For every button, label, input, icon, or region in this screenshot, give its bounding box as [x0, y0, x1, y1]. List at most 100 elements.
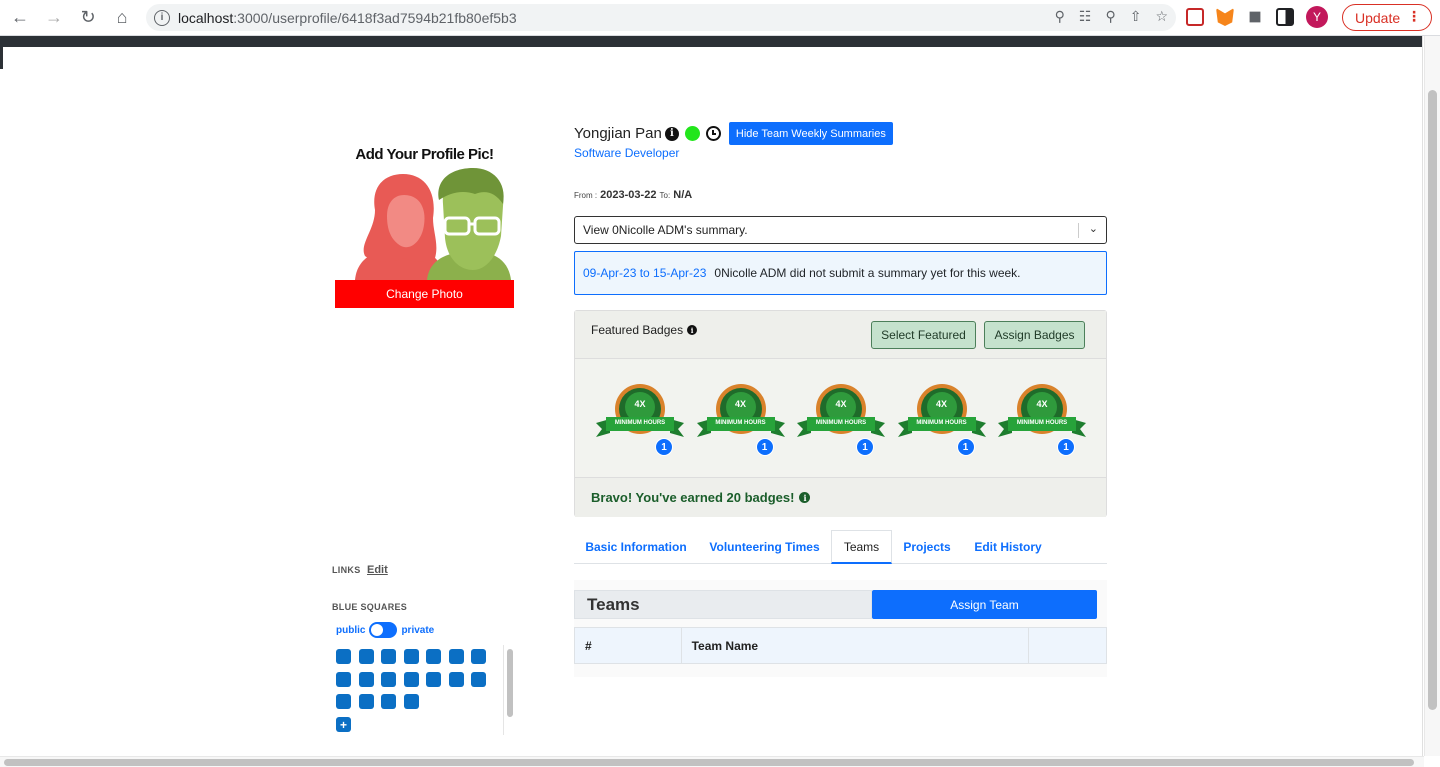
forward-icon[interactable]: → — [40, 4, 68, 32]
blue-square[interactable] — [381, 649, 396, 664]
blue-square[interactable] — [403, 671, 419, 687]
app-header-bar — [3, 36, 1422, 47]
column-header-actions — [1029, 628, 1106, 663]
select-featured-button[interactable]: Select Featured — [871, 321, 976, 349]
side-panel-icon[interactable] — [1276, 8, 1294, 26]
blue-square[interactable] — [358, 649, 374, 664]
zoom-icon[interactable]: ⚲ — [1105, 8, 1115, 25]
tab-edit-history[interactable]: Edit History — [962, 530, 1054, 564]
badge-count: 1 — [856, 438, 874, 456]
column-header-team-name: Team Name — [682, 628, 1030, 663]
teams-panel: Teams Assign Team # Team Name — [574, 580, 1107, 677]
blue-square[interactable] — [403, 649, 419, 664]
badges-footer: Bravo! You've earned 20 badges! i — [575, 477, 1106, 517]
badge-count: 1 — [655, 438, 673, 456]
blue-squares-scroll-thumb[interactable] — [507, 649, 513, 717]
url-text[interactable]: localhost:3000/userprofile/6418f3ad7594b… — [178, 10, 517, 26]
summary-user-select[interactable]: View 0Nicolle ADM's summary. ⌄ — [574, 216, 1107, 244]
back-icon[interactable]: ← — [6, 4, 34, 32]
blue-square[interactable] — [381, 671, 396, 687]
badge-count: 1 — [1057, 438, 1075, 456]
reload-icon[interactable]: ↻ — [74, 4, 102, 32]
badge-ribbon-text: MINIMUM HOURS — [1016, 420, 1068, 426]
horizontal-scrollbar[interactable] — [0, 756, 1424, 767]
badge-multiplier: 4X — [634, 399, 646, 409]
menu-dots-icon[interactable]: ⋮ — [1407, 8, 1421, 25]
info-icon[interactable]: i — [664, 126, 679, 141]
extension-red-icon[interactable] — [1186, 8, 1204, 26]
site-info-icon[interactable]: i — [154, 9, 170, 26]
extensions: Y — [1186, 6, 1328, 28]
tab-projects[interactable]: Projects — [892, 530, 962, 564]
blue-square[interactable] — [426, 671, 441, 687]
blue-square[interactable] — [336, 671, 351, 687]
info-icon[interactable]: i — [687, 325, 698, 335]
omnibox-actions: ⚲ ☷ ⚲ ⇧ ☆ — [1055, 8, 1168, 25]
translate-icon[interactable]: ☷ — [1079, 8, 1092, 25]
horizontal-scroll-thumb[interactable] — [4, 759, 1414, 766]
badge-medal-icon — [998, 384, 1086, 437]
blue-square[interactable] — [471, 649, 486, 664]
blue-square[interactable] — [336, 694, 351, 709]
tab-volunteering-times[interactable]: Volunteering Times — [698, 530, 831, 564]
badge-multiplier: 4X — [935, 399, 947, 409]
bookmark-star-icon[interactable]: ☆ — [1155, 8, 1168, 25]
badge-medal-icon — [797, 384, 885, 437]
blue-square[interactable] — [381, 694, 396, 709]
badge-list: 4X MINIMUM HOURS 1 4X MINIMUM HOURS 1 4X MINIMU… — [575, 381, 1108, 461]
badge-item[interactable]: 4X MINIMUM HOURS 1 — [797, 381, 887, 461]
metamask-fox-icon[interactable] — [1216, 8, 1234, 26]
links-edit-link[interactable]: Edit — [367, 564, 388, 576]
badge-multiplier: 4X — [1036, 399, 1048, 409]
blue-square[interactable] — [358, 694, 374, 709]
page-edge-right — [1422, 36, 1423, 756]
blue-square[interactable] — [426, 649, 441, 664]
tab-teams[interactable]: Teams — [831, 530, 892, 564]
badge-medal-icon — [897, 384, 986, 437]
from-date: 2023-03-22 — [600, 189, 657, 201]
blue-square[interactable] — [336, 649, 351, 664]
key-icon[interactable]: ⚲ — [1055, 8, 1065, 25]
featured-badges-title: Featured Badges i — [591, 323, 698, 337]
badge-count: 1 — [956, 438, 975, 456]
blue-squares-scrollbar[interactable] — [503, 645, 515, 735]
share-icon[interactable]: ⇧ — [1130, 8, 1142, 25]
blue-square[interactable] — [471, 671, 486, 687]
add-blue-square-button[interactable]: + — [336, 717, 351, 732]
clock-icon[interactable] — [705, 126, 721, 141]
private-label: private — [401, 624, 435, 636]
puzzle-extensions-icon[interactable] — [1249, 11, 1261, 23]
home-icon[interactable]: ⌂ — [108, 4, 136, 32]
chevron-down-icon[interactable]: ⌄ — [1089, 222, 1098, 235]
change-photo-button[interactable]: Change Photo — [335, 280, 514, 308]
assign-badges-button[interactable]: Assign Badges — [984, 321, 1085, 349]
blue-square[interactable] — [403, 694, 419, 709]
badge-multiplier: 4X — [835, 399, 847, 409]
column-header-number: # — [575, 628, 682, 663]
links-label: LINKS — [332, 565, 361, 575]
hide-team-summaries-button[interactable]: Hide Team Weekly Summaries — [728, 122, 893, 145]
assign-team-button[interactable]: Assign Team — [872, 590, 1097, 619]
vertical-scroll-thumb[interactable] — [1428, 90, 1437, 710]
placeholder-avatars-icon — [355, 168, 511, 280]
visibility-toggle[interactable] — [369, 622, 398, 638]
job-title: Software Developer — [574, 146, 680, 160]
badge-item[interactable]: 4X MINIMUM HOURS 1 — [998, 381, 1088, 461]
badge-ribbon-text: MINIMUM HOURS — [916, 420, 967, 426]
address-bar[interactable]: i localhost:3000/userprofile/6418f3ad759… — [146, 4, 1176, 31]
page-edge — [0, 36, 3, 69]
vertical-scrollbar[interactable] — [1424, 36, 1440, 756]
teams-title: Teams — [574, 590, 872, 619]
blue-square[interactable] — [358, 671, 374, 687]
badge-item[interactable]: 4X MINIMUM HOURS 1 — [696, 381, 787, 461]
blue-square[interactable] — [448, 649, 464, 664]
info-icon[interactable]: i — [799, 492, 811, 503]
browser-update-button[interactable]: Update ⋮ — [1342, 4, 1432, 31]
badge-item[interactable]: 4X MINIMUM HOURS 1 — [596, 381, 686, 461]
tab-basic-information[interactable]: Basic Information — [574, 530, 698, 564]
summary-week-range[interactable]: 09-Apr-23 to 15-Apr-23 — [583, 266, 706, 280]
badge-item[interactable]: 4X MINIMUM HOURS 1 — [897, 381, 988, 461]
weekly-summary-alert: 09-Apr-23 to 15-Apr-23 0Nicolle ADM did … — [574, 251, 1107, 295]
blue-square[interactable] — [448, 671, 464, 687]
profile-avatar[interactable]: Y — [1306, 6, 1328, 28]
